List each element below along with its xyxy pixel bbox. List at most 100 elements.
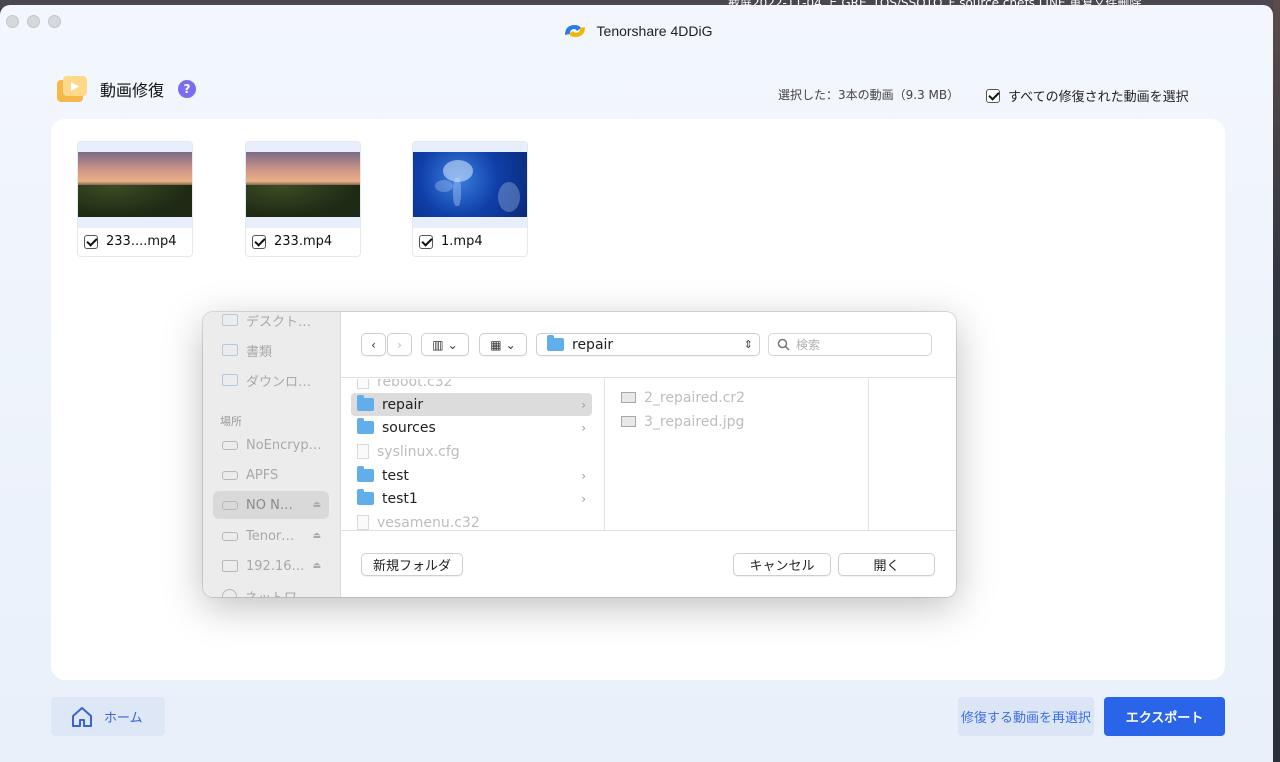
file-name: 2_repaired.cr2: [644, 389, 746, 406]
thumbnail-frame: [246, 142, 360, 228]
chevron-right-icon: ›: [581, 420, 586, 435]
sidebar-item-tenorshare[interactable]: Tenor… ⏏: [213, 522, 329, 550]
sidebar-item-label: Tenor…: [246, 528, 295, 544]
sidebar-item-network-host[interactable]: 192.16… ⏏: [213, 552, 329, 580]
folder-icon: [357, 395, 374, 411]
forward-button[interactable]: ›: [387, 333, 412, 356]
video-card[interactable]: 233....mp4: [77, 141, 193, 257]
folder-row-test1[interactable]: test1 ›: [351, 487, 592, 510]
folder-name: repair: [382, 396, 424, 413]
help-icon[interactable]: ?: [178, 80, 197, 98]
sidebar-item-network[interactable]: ネットワ…: [213, 582, 329, 597]
folder-icon: [222, 314, 238, 326]
folder-icon: [357, 489, 374, 505]
browser-column-1: reboot.c32 repair › sources › syslinux.c…: [341, 379, 605, 530]
sidebar-item-downloads[interactable]: ダウンロ…: [213, 366, 329, 394]
browser-column-2: 2_repaired.cr2 3_repaired.jpg: [605, 379, 869, 530]
home-label: ホーム: [104, 711, 143, 726]
eject-icon[interactable]: ⏏: [312, 500, 321, 510]
sidebar-item-label: デスクト…: [246, 314, 312, 330]
sidebar-item-label: NoEncryp…: [246, 437, 322, 453]
eject-icon[interactable]: ⏏: [312, 531, 321, 541]
folder-icon: [357, 418, 374, 434]
video-filename: 1.mp4: [441, 234, 483, 249]
folder-name: test1: [382, 490, 418, 507]
sidebar-item-label: ダウンロ…: [246, 374, 312, 390]
new-folder-button[interactable]: 新規フォルダ: [361, 553, 463, 576]
dialog-toolbar: ‹ › ▥ ⌄ ▦ ⌄ repair ⇕ 検索: [341, 312, 956, 378]
eject-icon[interactable]: ⏏: [313, 561, 322, 571]
sidebar-item-label: NO N…: [246, 497, 293, 513]
sidebar-heading-locations: 場所: [220, 415, 242, 428]
file-row[interactable]: syslinux.cfg: [351, 440, 592, 463]
folder-row-test[interactable]: test ›: [351, 464, 592, 487]
sidebar-item-label: ネットワ…: [245, 587, 310, 598]
sidebar-item-documents[interactable]: 書類: [213, 336, 329, 364]
file-name: syslinux.cfg: [377, 443, 460, 460]
video-repair-icon: [57, 76, 87, 102]
export-button[interactable]: エクスポート: [1104, 697, 1225, 736]
video-checkbox[interactable]: [252, 234, 266, 249]
folder-icon: [222, 344, 238, 356]
chevron-right-icon: ›: [581, 491, 586, 506]
file-row[interactable]: vesamenu.c32: [351, 511, 592, 530]
section-title: 動画修復: [100, 81, 165, 100]
video-card[interactable]: 233.mp4: [245, 141, 361, 257]
sidebar-item-apfs[interactable]: APFS: [213, 461, 329, 489]
sidebar-item-label: 192.16…: [246, 558, 305, 574]
sidebar-item-label: APFS: [246, 467, 279, 483]
columns-view-icon: ▥: [432, 337, 444, 352]
video-thumbnail: [413, 152, 527, 217]
file-icon: [357, 444, 369, 459]
view-mode-button[interactable]: ▥ ⌄: [421, 333, 469, 356]
file-row[interactable]: 3_repaired.jpg: [615, 410, 856, 433]
file-icon: [357, 515, 369, 530]
checkbox-checked-icon[interactable]: [986, 88, 1000, 103]
video-card-label: 1.mp4: [419, 234, 483, 249]
search-icon: [777, 338, 790, 351]
select-all-label: すべての修復された動画を選択: [1008, 90, 1189, 105]
desktop-background-strip: [1273, 0, 1280, 762]
folder-icon: [547, 335, 564, 351]
file-row[interactable]: 2_repaired.cr2: [615, 386, 856, 409]
open-button[interactable]: 開く: [838, 553, 935, 576]
folder-row-repair[interactable]: repair ›: [351, 393, 592, 416]
folder-icon: [222, 374, 238, 386]
video-filename: 233.mp4: [274, 234, 333, 249]
folder-row-sources[interactable]: sources ›: [351, 416, 592, 439]
chevron-down-icon: ⌄: [505, 337, 516, 352]
file-name: reboot.c32: [377, 379, 453, 390]
search-field[interactable]: 検索: [768, 333, 932, 356]
updown-chevron-icon: ⇕: [743, 338, 753, 351]
sidebar-item-label: 書類: [246, 344, 273, 360]
chevron-right-icon: ›: [581, 397, 586, 412]
title-bar: Tenorshare 4DDiG: [0, 17, 1273, 45]
home-button[interactable]: ホーム: [51, 697, 165, 736]
drive-icon: [222, 440, 238, 450]
group-button[interactable]: ▦ ⌄: [479, 333, 527, 356]
video-checkbox[interactable]: [84, 234, 98, 249]
app-title: Tenorshare 4DDiG: [596, 23, 713, 39]
select-all-checkbox[interactable]: すべての修復された動画を選択: [986, 86, 1189, 105]
sidebar-item-no-name[interactable]: NO N… ⏏: [213, 491, 329, 519]
video-card[interactable]: 1.mp4: [412, 141, 528, 257]
drive-icon: [222, 470, 238, 480]
dialog-footer: 新規フォルダ キャンセル 開く: [341, 530, 956, 597]
sidebar-item-desktop[interactable]: デスクト…: [213, 312, 329, 334]
video-checkbox[interactable]: [419, 234, 433, 249]
back-button[interactable]: ‹: [361, 333, 386, 356]
monitor-icon: [222, 560, 238, 572]
drive-icon: [222, 531, 238, 541]
video-filename: 233....mp4: [106, 234, 177, 249]
path-select[interactable]: repair ⇕: [536, 333, 760, 356]
file-row[interactable]: reboot.c32: [351, 379, 592, 393]
image-file-icon: [621, 416, 636, 427]
reselect-videos-button[interactable]: 修復する動画を再選択: [958, 697, 1094, 736]
selected-summary: 選択した：3本の動画（9.3 MB）: [778, 88, 960, 102]
file-name: vesamenu.c32: [377, 514, 480, 531]
folder-name: test: [382, 467, 409, 484]
section-header: 動画修復 ?: [54, 71, 197, 107]
grid-icon: ▦: [490, 337, 502, 352]
sidebar-item-noencrypt[interactable]: NoEncryp…: [213, 431, 329, 459]
cancel-button[interactable]: キャンセル: [733, 553, 831, 576]
